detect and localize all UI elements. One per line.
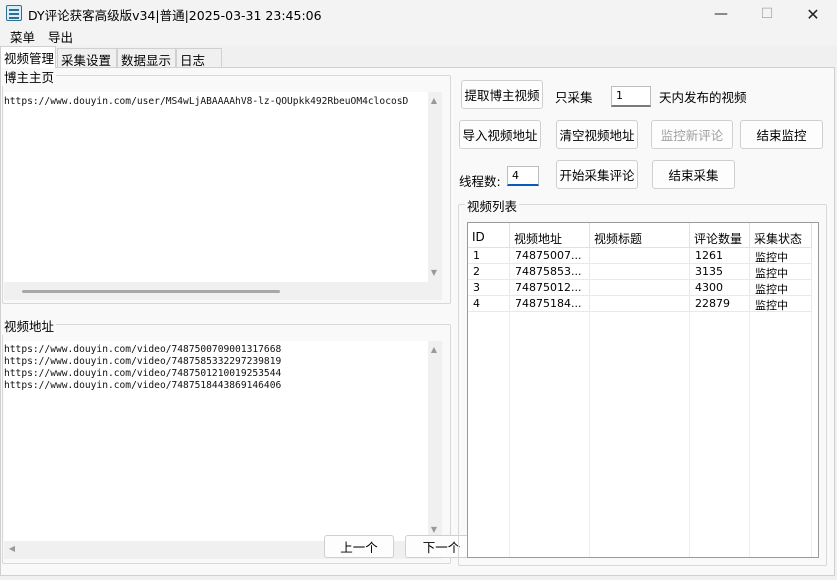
threads-label: 线程数: <box>459 174 501 189</box>
tab-video-management[interactable]: 视频管理 <box>0 46 56 68</box>
table-cell-id[interactable]: 4 <box>468 296 510 312</box>
table-cell-collect-status[interactable]: 监控中 <box>750 264 812 280</box>
table-cell-comment-count[interactable]: 3135 <box>690 264 750 280</box>
menu-bar: 菜单 导出 <box>0 26 837 46</box>
video-address-vertical-scrollbar[interactable]: ▲ ▼ <box>428 341 442 541</box>
video-list-label: 视频列表 <box>465 196 520 215</box>
end-monitor-button[interactable]: 结束监控 <box>740 120 823 149</box>
scroll-up-icon[interactable]: ▲ <box>428 96 440 105</box>
tab-log[interactable]: 日志 <box>176 48 222 68</box>
menu-item-export[interactable]: 导出 <box>48 27 73 46</box>
column-header-id[interactable]: ID <box>468 223 510 248</box>
horizontal-scroll-thumb[interactable] <box>22 290 280 293</box>
video-url-line: https://www.douyin.com/video/74875184438… <box>4 380 282 391</box>
app-icon <box>6 5 22 21</box>
table-cell-collect-status[interactable]: 监控中 <box>750 280 812 296</box>
blogger-url-text: https://www.douyin.com/user/MS4wLjABAAAA… <box>4 96 409 107</box>
tab-data-display[interactable]: 数据显示 <box>117 48 176 68</box>
table-cell-collect-status[interactable]: 监控中 <box>750 248 812 264</box>
video-url-line: https://www.douyin.com/video/74875853322… <box>4 356 282 367</box>
table-cell-video-url[interactable]: 74875853... <box>510 264 590 280</box>
table-cell-video-title[interactable] <box>590 296 690 312</box>
column-header-comment-count[interactable]: 评论数量 <box>690 223 750 248</box>
title-bar: DY评论获客高级版v34|普通|2025-03-31 23:45:06 — ☐ … <box>0 0 837 28</box>
video-url-line: https://www.douyin.com/video/74875012100… <box>4 368 282 379</box>
table-cell-id[interactable]: 2 <box>468 264 510 280</box>
import-video-address-button[interactable]: 导入视频地址 <box>459 120 541 149</box>
table-cell-video-title[interactable] <box>590 264 690 280</box>
table-cell-comment-count[interactable]: 4300 <box>690 280 750 296</box>
fetch-blogger-videos-button[interactable]: 提取博主视频 <box>461 80 543 109</box>
video-address-textarea[interactable]: https://www.douyin.com/video/74875007090… <box>4 341 442 559</box>
blogger-horizontal-scrollbar[interactable] <box>4 282 442 300</box>
tab-strip: 视频管理 采集设置 数据显示 日志 <box>0 46 837 68</box>
table-cell-comment-count[interactable]: 22879 <box>690 296 750 312</box>
table-cell-comment-count[interactable]: 1261 <box>690 248 750 264</box>
table-cell-collect-status[interactable]: 监控中 <box>750 296 812 312</box>
table-cell-id[interactable]: 1 <box>468 248 510 264</box>
column-header-video-title[interactable]: 视频标题 <box>590 223 690 248</box>
end-collect-button[interactable]: 结束采集 <box>652 160 735 189</box>
table-cell-video-title[interactable] <box>590 248 690 264</box>
blogger-url-textarea[interactable]: https://www.douyin.com/user/MS4wLjABAAAA… <box>4 92 442 300</box>
column-header-video-url[interactable]: 视频地址 <box>510 223 590 248</box>
clear-video-address-button[interactable]: 清空视频地址 <box>556 120 638 149</box>
days-input[interactable]: 1 <box>611 86 651 107</box>
table-cell-video-url[interactable]: 74875184... <box>510 296 590 312</box>
table-cell-id[interactable]: 3 <box>468 280 510 296</box>
scroll-down-icon[interactable]: ▼ <box>428 525 440 534</box>
menu-item-menu[interactable]: 菜单 <box>10 27 35 46</box>
video-address-label: 视频地址 <box>2 316 57 335</box>
scroll-up-icon[interactable]: ▲ <box>428 345 440 354</box>
table-cell-video-url[interactable]: 74875012... <box>510 280 590 296</box>
minimize-button[interactable]: — <box>698 0 744 28</box>
start-collect-comments-button[interactable]: 开始采集评论 <box>556 160 638 189</box>
window-title: DY评论获客高级版v34|普通|2025-03-31 23:45:06 <box>28 8 322 23</box>
blogger-label: 博主主页 <box>2 67 57 86</box>
column-header-collect-status[interactable]: 采集状态 <box>750 223 812 248</box>
table-cell-video-url[interactable]: 74875007... <box>510 248 590 264</box>
tab-collect-settings[interactable]: 采集设置 <box>57 48 117 68</box>
video-url-line: https://www.douyin.com/video/74875007090… <box>4 344 282 355</box>
monitor-new-comments-button[interactable]: 监控新评论 <box>651 120 733 149</box>
threads-input[interactable]: 4 <box>507 166 539 186</box>
only-collect-label: 只采集 <box>555 90 593 105</box>
days-suffix-label: 天内发布的视频 <box>659 90 747 105</box>
scroll-left-icon[interactable]: ◀ <box>6 544 18 553</box>
prev-button[interactable]: 上一个 <box>324 535 394 558</box>
table-cell-video-title[interactable] <box>590 280 690 296</box>
video-list-table[interactable]: ID 视频地址 视频标题 评论数量 采集状态 1 74875007... 126… <box>467 222 819 558</box>
close-button[interactable]: ✕ <box>790 0 836 28</box>
scroll-down-icon[interactable]: ▼ <box>428 268 440 277</box>
blogger-vertical-scrollbar[interactable]: ▲ ▼ <box>428 92 442 282</box>
maximize-button[interactable]: ☐ <box>744 0 790 28</box>
